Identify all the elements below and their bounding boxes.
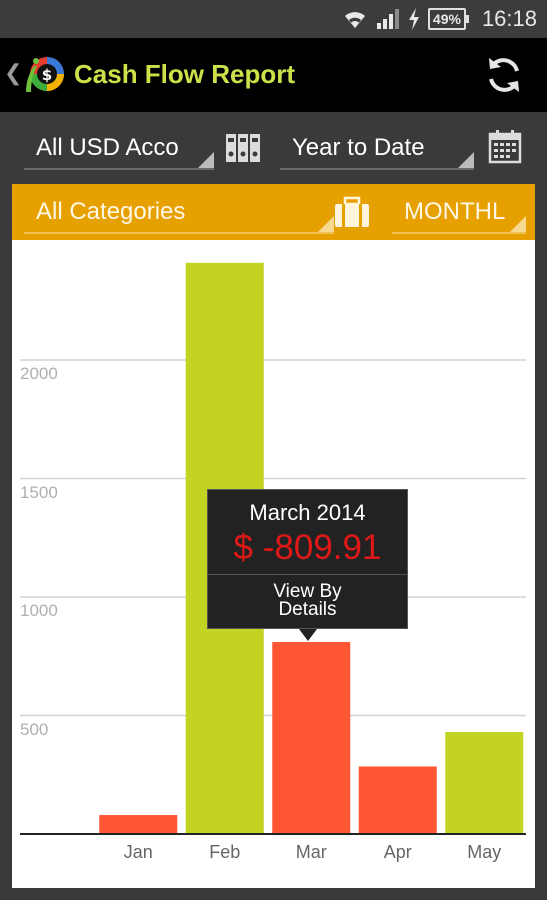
dropdown-triangle-icon (198, 152, 214, 168)
x-tick-label: Feb (209, 842, 241, 862)
dropdown-triangle-icon (510, 216, 526, 232)
tooltip-value: $ -809.91 (233, 528, 382, 567)
x-tick-label: Apr (383, 842, 412, 862)
category-selector-label: All Categories (36, 198, 186, 225)
y-tick-label: 500 (20, 719, 49, 739)
accounts-binder-icon[interactable] (225, 132, 261, 164)
page-title: Cash Flow Report (74, 59, 296, 89)
y-tick-label: 1500 (20, 482, 58, 502)
dropdown-triangle-icon (458, 152, 474, 168)
date-range-selector[interactable]: Year to Date (280, 126, 474, 170)
y-tick-label: 1000 (20, 601, 58, 620)
status-icons: 49% 16:18 (342, 0, 537, 38)
bar-may[interactable] (445, 732, 524, 834)
charging-icon (408, 8, 419, 30)
bar-apr[interactable] (358, 766, 437, 834)
svg-text:$: $ (42, 66, 52, 84)
account-selector-label: All USD Acco (36, 134, 179, 161)
tooltip-pointer (299, 629, 317, 641)
briefcase-icon[interactable] (334, 196, 370, 228)
period-selector-label: MONTHL (404, 198, 506, 225)
category-bar: All Categories MONTHL (12, 184, 535, 240)
refresh-icon[interactable] (483, 54, 525, 96)
calendar-icon[interactable] (488, 130, 522, 164)
x-tick-label: Mar (295, 842, 327, 862)
wifi-icon (344, 12, 365, 28)
view-details-link[interactable]: View By Details (208, 582, 407, 620)
battery-icon: 49% (427, 8, 469, 30)
view-details-line-2: Details (278, 599, 337, 620)
bar-mar[interactable] (272, 642, 351, 834)
filter-bar: All USD Acco Year to Date (0, 112, 547, 184)
signal-icon (376, 9, 399, 29)
x-tick-label: May (467, 842, 502, 862)
x-tick-label: Jan (123, 842, 153, 862)
app-logo-icon[interactable]: $ (22, 52, 68, 98)
tooltip-divider (208, 574, 407, 575)
bar-tooltip[interactable]: March 2014 $ -809.91 View By Details (207, 489, 408, 629)
period-selector[interactable]: MONTHL (392, 190, 526, 234)
y-tick-label: 2000 (20, 364, 58, 383)
account-selector[interactable]: All USD Acco (24, 126, 214, 170)
app-bar: ❮ $ Cash Flow Report (0, 38, 547, 112)
bar-jan[interactable] (99, 815, 178, 834)
back-chevron-icon[interactable]: ❮ (4, 60, 22, 86)
status-bar: 49% 16:18 (0, 0, 547, 38)
tooltip-title: March 2014 (249, 500, 366, 525)
category-selector[interactable]: All Categories (24, 190, 334, 234)
date-range-label: Year to Date (292, 134, 425, 161)
clock: 16:18 (481, 6, 537, 31)
dropdown-triangle-icon (318, 216, 334, 232)
